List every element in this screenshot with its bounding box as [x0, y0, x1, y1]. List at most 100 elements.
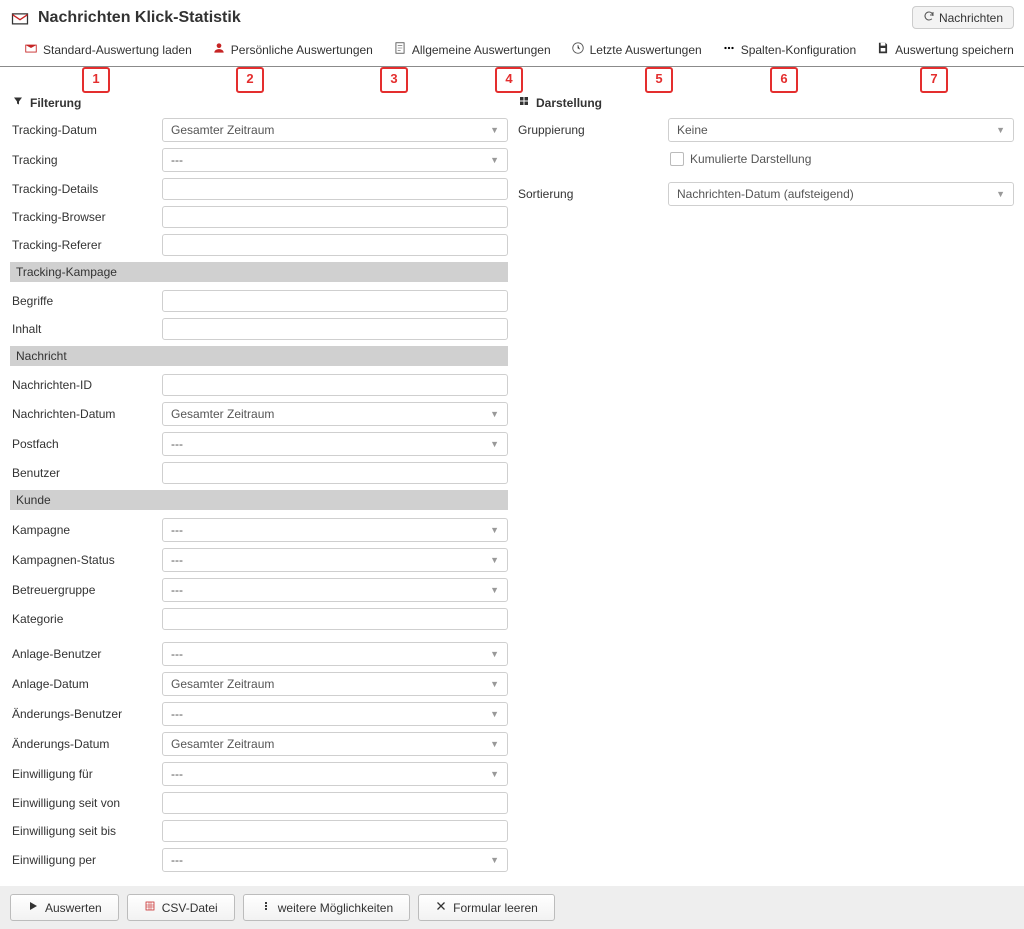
select-einw-fuer[interactable]: ---▼	[162, 762, 508, 786]
label-kampagne: Kampagne	[10, 523, 162, 537]
callout-7: 7	[920, 67, 948, 93]
toolbar: Standard-Auswertung laden Persönliche Au…	[0, 35, 1024, 67]
subheader-customer: Kunde	[10, 490, 508, 510]
csv-button[interactable]: CSV-Datei	[127, 894, 235, 921]
filter-icon	[12, 95, 24, 110]
select-kampagne[interactable]: ---▼	[162, 518, 508, 542]
chevron-down-icon: ▼	[490, 649, 499, 659]
display-title: Darstellung	[516, 91, 1014, 118]
select-betreuer[interactable]: ---▼	[162, 578, 508, 602]
input-benutzer[interactable]	[162, 462, 508, 484]
label-anlage-benutzer: Anlage-Benutzer	[10, 647, 162, 661]
back-button[interactable]: Nachrichten	[912, 6, 1014, 29]
callout-5: 5	[645, 67, 673, 93]
label-einw-fuer: Einwilligung für	[10, 767, 162, 781]
select-kampagne-status[interactable]: ---▼	[162, 548, 508, 572]
label-betreuer: Betreuergruppe	[10, 583, 162, 597]
clear-button[interactable]: Formular leeren	[418, 894, 555, 921]
label-tracking: Tracking	[10, 153, 162, 167]
toolbar-columns[interactable]: Spalten-Konfiguration	[712, 39, 866, 60]
label-anlage-datum: Anlage-Datum	[10, 677, 162, 691]
input-einw-von[interactable]	[162, 792, 508, 814]
input-message-id[interactable]	[162, 374, 508, 396]
label-postfach: Postfach	[10, 437, 162, 451]
more-button[interactable]: weitere Möglichkeiten	[243, 894, 410, 921]
dots-vertical-icon	[260, 900, 272, 915]
chevron-down-icon: ▼	[996, 189, 1005, 199]
select-message-date[interactable]: Gesamter Zeitraum▼	[162, 402, 508, 426]
toolbar-save[interactable]: Auswertung speichern	[866, 39, 1024, 60]
label-kampagne-status: Kampagnen-Status	[10, 553, 162, 567]
label-message-date: Nachrichten-Datum	[10, 407, 162, 421]
chevron-down-icon: ▼	[490, 155, 499, 165]
input-inhalt[interactable]	[162, 318, 508, 340]
select-einw-per[interactable]: ---▼	[162, 848, 508, 872]
close-icon	[435, 900, 447, 915]
chevron-down-icon: ▼	[490, 125, 499, 135]
select-tracking[interactable]: ---▼	[162, 148, 508, 172]
label-benutzer: Benutzer	[10, 466, 162, 480]
footer-bar: Auswerten CSV-Datei weitere Möglichkeite…	[0, 886, 1024, 929]
label-tracking-referer: Tracking-Referer	[10, 238, 162, 252]
filter-column: Filterung Tracking-Datum Gesamter Zeitra…	[10, 91, 508, 878]
evaluate-button[interactable]: Auswerten	[10, 894, 119, 921]
label-kategorie: Kategorie	[10, 612, 162, 626]
label-message-id: Nachrichten-ID	[10, 378, 162, 392]
input-kategorie[interactable]	[162, 608, 508, 630]
label-einw-bis: Einwilligung seit bis	[10, 824, 162, 838]
label-tracking-browser: Tracking-Browser	[10, 210, 162, 224]
select-anlage-benutzer[interactable]: ---▼	[162, 642, 508, 666]
label-aender-datum: Änderungs-Datum	[10, 737, 162, 751]
select-sort[interactable]: Nachrichten-Datum (aufsteigend)▼	[668, 182, 1014, 206]
mail-icon	[10, 8, 30, 28]
input-begriffe[interactable]	[162, 290, 508, 312]
input-tracking-browser[interactable]	[162, 206, 508, 228]
chevron-down-icon: ▼	[490, 855, 499, 865]
toolbar-general[interactable]: Allgemeine Auswertungen	[383, 39, 561, 60]
clock-icon	[571, 41, 585, 58]
label-tracking-details: Tracking-Details	[10, 182, 162, 196]
label-einw-von: Einwilligung seit von	[10, 796, 162, 810]
back-label: Nachrichten	[939, 11, 1003, 25]
toolbar-personal[interactable]: Persönliche Auswertungen	[202, 39, 383, 60]
label-begriffe: Begriffe	[10, 294, 162, 308]
checkbox-cumulative[interactable]	[670, 152, 684, 166]
callout-3: 3	[380, 67, 408, 93]
save-icon	[876, 41, 890, 58]
page-header: Nachrichten Klick-Statistik Nachrichten	[0, 0, 1024, 35]
select-group[interactable]: Keine▼	[668, 118, 1014, 142]
chevron-down-icon: ▼	[490, 439, 499, 449]
select-postfach[interactable]: ---▼	[162, 432, 508, 456]
chevron-down-icon: ▼	[490, 769, 499, 779]
open-icon	[24, 41, 38, 58]
chevron-down-icon: ▼	[490, 585, 499, 595]
subheader-message: Nachricht	[10, 346, 508, 366]
chevron-down-icon: ▼	[490, 555, 499, 565]
select-aender-datum[interactable]: Gesamter Zeitraum▼	[162, 732, 508, 756]
input-tracking-details[interactable]	[162, 178, 508, 200]
input-tracking-referer[interactable]	[162, 234, 508, 256]
chevron-down-icon: ▼	[490, 709, 499, 719]
label-group: Gruppierung	[516, 123, 668, 137]
toolbar-load[interactable]: Standard-Auswertung laden	[14, 39, 202, 60]
select-aender-benutzer[interactable]: ---▼	[162, 702, 508, 726]
checkbox-cumulative-row[interactable]: Kumulierte Darstellung	[668, 152, 1014, 166]
play-icon	[27, 900, 39, 915]
select-tracking-date[interactable]: Gesamter Zeitraum▼	[162, 118, 508, 142]
layout-icon	[518, 95, 530, 110]
toolbar-recent[interactable]: Letzte Auswertungen	[561, 39, 712, 60]
dots-icon	[722, 41, 736, 58]
input-einw-bis[interactable]	[162, 820, 508, 842]
chevron-down-icon: ▼	[490, 679, 499, 689]
subheader-campaign: Tracking-Kampage	[10, 262, 508, 282]
label-inhalt: Inhalt	[10, 322, 162, 336]
chevron-down-icon: ▼	[490, 525, 499, 535]
select-anlage-datum[interactable]: Gesamter Zeitraum▼	[162, 672, 508, 696]
page-title: Nachrichten Klick-Statistik	[38, 9, 241, 27]
document-icon	[393, 41, 407, 58]
chevron-down-icon: ▼	[490, 409, 499, 419]
callout-1: 1	[82, 67, 110, 93]
chevron-down-icon: ▼	[490, 739, 499, 749]
label-einw-per: Einwilligung per	[10, 853, 162, 867]
label-aender-benutzer: Änderungs-Benutzer	[10, 707, 162, 721]
